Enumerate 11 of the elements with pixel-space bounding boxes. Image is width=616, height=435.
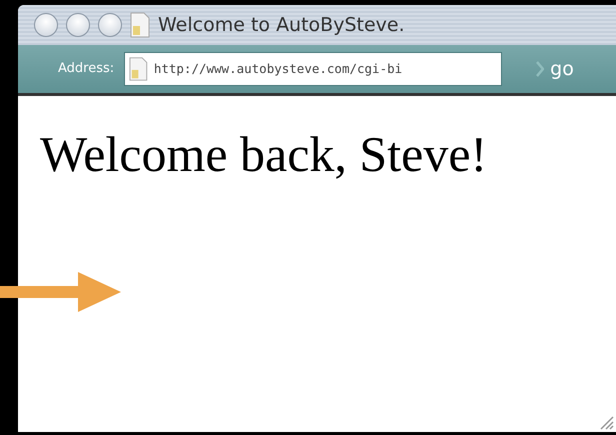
address-bar-field[interactable]: http://www.autobysteve.com/cgi-bi [124,52,502,86]
page-heading: Welcome back, Steve! [40,125,488,184]
close-button[interactable] [34,13,58,37]
minimize-button[interactable] [66,13,90,37]
address-label: Address: [58,60,114,78]
resize-grip-icon[interactable] [598,414,614,430]
window-title: Welcome to AutoBySteve. [158,12,405,38]
page-icon [129,56,148,82]
zoom-button[interactable] [98,13,122,37]
chevron-icon [536,61,544,77]
page-icon [130,12,150,38]
